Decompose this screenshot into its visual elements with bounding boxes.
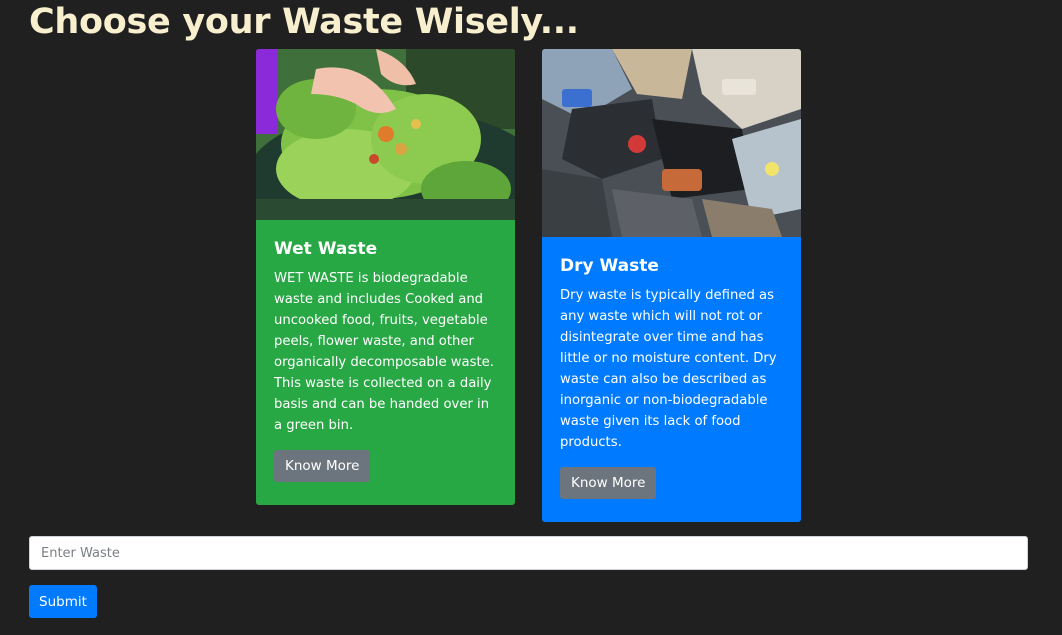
page-title: Choose your Waste Wisely... bbox=[29, 2, 579, 42]
dry-waste-know-more-button[interactable]: Know More bbox=[560, 467, 657, 499]
wet-waste-card-body: Wet Waste WET WASTE is biodegradable was… bbox=[256, 220, 515, 482]
wet-waste-description: WET WASTE is biodegradable waste and inc… bbox=[274, 271, 494, 433]
dry-waste-description: Dry waste is typically defined as any wa… bbox=[560, 288, 777, 450]
page: Choose your Waste Wisely... Wet Waste WE… bbox=[0, 0, 1062, 635]
dry-waste-card-body: Dry Waste Dry waste is typically defined… bbox=[542, 237, 801, 499]
submit-button[interactable]: Submit bbox=[29, 585, 97, 618]
waste-input[interactable] bbox=[29, 536, 1028, 570]
wet-waste-title: Wet Waste bbox=[274, 239, 378, 259]
wet-waste-know-more-button[interactable]: Know More bbox=[274, 450, 371, 482]
dry-waste-image bbox=[542, 49, 801, 237]
dry-waste-card: Dry Waste Dry waste is typically defined… bbox=[542, 49, 801, 522]
dry-waste-title: Dry Waste bbox=[560, 256, 659, 276]
wet-waste-image bbox=[256, 49, 515, 220]
wet-waste-card: Wet Waste WET WASTE is biodegradable was… bbox=[256, 49, 515, 505]
